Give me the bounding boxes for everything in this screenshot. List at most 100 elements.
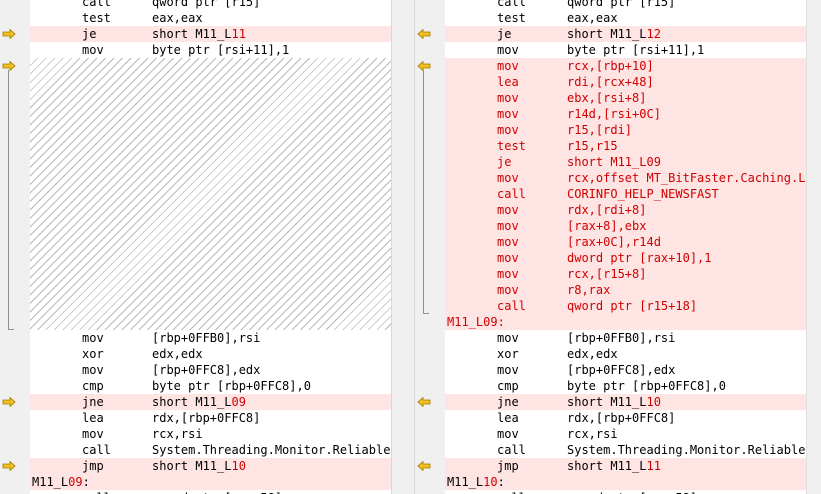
code-line[interactable]: jne short M11_L09 (30, 394, 391, 410)
instruction-mnemonic: mov (497, 267, 519, 281)
code-line[interactable]: mov rcx,offset MT_BitFaster.Caching.Lr (445, 170, 806, 186)
code-line[interactable]: mov rcx,[r15+8] (445, 266, 806, 282)
instruction-mnemonic: mov (497, 107, 519, 121)
instruction-operands: [rax+8],ebx (567, 218, 646, 234)
label-text: M11_L (32, 475, 69, 489)
code-line[interactable]: jmp short M11_L11 (445, 458, 806, 474)
code-line[interactable]: mov r8,rax (445, 282, 806, 298)
code-line[interactable]: mov ebx,[rsi+8] (445, 90, 806, 106)
instruction-mnemonic: mov (82, 363, 104, 377)
instruction-mnemonic: cmp (497, 379, 519, 393)
instruction-mnemonic: mov (497, 123, 519, 137)
instruction-mnemonic: je (497, 27, 512, 41)
code-line[interactable]: call System.Threading.Monitor.ReliableE (445, 442, 806, 458)
code-line[interactable]: test eax,eax (30, 10, 391, 26)
code-line[interactable]: mov byte ptr [rsi+11],1 (30, 42, 391, 58)
instruction-mnemonic: test (497, 11, 526, 25)
code-line[interactable]: je short M11_L11 (30, 26, 391, 42)
instruction-operands: [rax+0C],r14d (567, 234, 661, 250)
code-line[interactable]: jne short M11_L10 (445, 394, 806, 410)
code-label-line[interactable]: M11_L09: (445, 314, 806, 330)
code-line[interactable]: mov [rbp+0FFC8],edx (445, 362, 806, 378)
instruction-mnemonic: mov (497, 331, 519, 345)
code-line[interactable]: mov rdx,[rdi+8] (445, 202, 806, 218)
code-line[interactable]: mov dword ptr [rax+10],1 (445, 250, 806, 266)
code-line[interactable]: mov [rax+8],ebx (445, 218, 806, 234)
code-label: M11_L09: (447, 314, 505, 330)
instruction-mnemonic: je (82, 27, 97, 41)
instruction-mnemonic: mov (497, 171, 519, 185)
code-line[interactable]: call System.Threading.Monitor.ReliableE (30, 442, 391, 458)
operand-text: eax,eax (152, 11, 203, 25)
code-line[interactable]: mov r14d,[rsi+0C] (445, 106, 806, 122)
instruction-mnemonic: call (497, 0, 526, 9)
code-line[interactable]: je short M11_L12 (445, 26, 806, 42)
code-line[interactable]: cmp byte ptr [rbp+0FFC8],0 (30, 378, 391, 394)
instruction-operands: byte ptr [rbp+0FFC8],0 (567, 378, 726, 394)
code-line[interactable]: lea rdx,[rbp+0FFC8] (30, 410, 391, 426)
prev-change-arrow-icon[interactable] (417, 397, 431, 407)
changed-operand-part: 12 (646, 27, 661, 41)
changed-operand-part: 09 (231, 395, 246, 409)
code-line[interactable]: mov rcx,rsi (30, 426, 391, 442)
vertical-scrollbar[interactable] (806, 0, 821, 494)
instruction-operands: short M11_L12 (567, 26, 661, 42)
instruction-operands: [rbp+0FFB0],rsi (152, 330, 260, 346)
instruction-mnemonic: lea (497, 411, 519, 425)
code-label-line[interactable]: M11_L10: (445, 474, 806, 490)
code-line[interactable]: cmp byte ptr [rbp+0FFC8],0 (445, 378, 806, 394)
instruction-operands: [rbp+0FFB0],rsi (567, 330, 675, 346)
code-line[interactable]: call CORINFO_HELP_NEWSFAST (445, 186, 806, 202)
code-line[interactable]: mov rcx,rsi (445, 426, 806, 442)
code-line[interactable]: lea rdi,[rcx+48] (445, 74, 806, 90)
prev-change-arrow-icon[interactable] (417, 29, 431, 39)
instruction-operands: short M11_L09 (567, 154, 661, 170)
prev-change-arrow-icon[interactable] (417, 461, 431, 471)
next-change-arrow-icon[interactable] (2, 397, 16, 407)
instruction-mnemonic: call (497, 299, 526, 313)
code-line[interactable]: je short M11_L09 (445, 154, 806, 170)
code-line[interactable]: test r15,r15 (445, 138, 806, 154)
operand-text: rcx,[rbp+10] (567, 59, 654, 73)
code-line[interactable]: mov [rbp+0FFC8],edx (30, 362, 391, 378)
operand-text: r15,r15 (567, 139, 618, 153)
instruction-operands: short M11_L09 (152, 394, 246, 410)
code-line[interactable]: xor edx,edx (30, 346, 391, 362)
instruction-mnemonic: lea (497, 75, 519, 89)
left-code-pane[interactable]: call qword ptr [r15] test eax,eax je short M1… (30, 0, 391, 494)
code-line[interactable]: test eax,eax (445, 10, 806, 26)
code-line[interactable]: mov rcx,[rbp+10] (445, 58, 806, 74)
operand-text: [rax+8],ebx (567, 219, 647, 233)
code-line[interactable]: call qword ptr [rax+58] (30, 490, 391, 494)
instruction-operands: r14d,[rsi+0C] (567, 106, 661, 122)
code-label: M11_L10: (447, 474, 505, 490)
next-change-arrow-icon[interactable] (2, 29, 16, 39)
code-line[interactable]: call qword ptr [rax+58] (445, 490, 806, 494)
operand-text: qword ptr [r15] (152, 0, 261, 9)
code-line[interactable]: mov byte ptr [rsi+11],1 (445, 42, 806, 58)
instruction-operands: rdx,[rdi+8] (567, 202, 646, 218)
code-line[interactable]: lea rdx,[rbp+0FFC8] (445, 410, 806, 426)
code-line[interactable]: call qword ptr [r15] (445, 0, 806, 10)
instruction-mnemonic: call (82, 443, 111, 457)
code-line[interactable]: mov [rbp+0FFB0],rsi (445, 330, 806, 346)
next-change-arrow-icon[interactable] (2, 461, 16, 471)
code-line[interactable]: mov r15,[rdi] (445, 122, 806, 138)
code-line[interactable]: jmp short M11_L10 (30, 458, 391, 474)
code-line[interactable]: mov [rax+0C],r14d (445, 234, 806, 250)
code-line[interactable]: call qword ptr [r15+18] (445, 298, 806, 314)
code-label: M11_L09: (32, 474, 90, 490)
code-label-line[interactable]: M11_L09: (30, 474, 391, 490)
operand-text: rdx,[rbp+0FFC8] (152, 411, 261, 425)
instruction-mnemonic: jne (82, 395, 104, 409)
operand-text: edx,edx (567, 347, 618, 361)
code-line[interactable]: mov [rbp+0FFB0],rsi (30, 330, 391, 346)
code-line[interactable]: xor edx,edx (445, 346, 806, 362)
operand-text: rcx,[r15+8] (567, 267, 647, 281)
instruction-mnemonic: mov (497, 427, 519, 441)
right-code-pane[interactable]: call qword ptr [r15] test eax,eax je short M1… (445, 0, 806, 494)
pane-splitter[interactable] (391, 0, 415, 494)
instruction-mnemonic: mov (497, 203, 519, 217)
changed-operand-part: 11 (646, 459, 661, 473)
code-line[interactable]: call qword ptr [r15] (30, 0, 391, 10)
